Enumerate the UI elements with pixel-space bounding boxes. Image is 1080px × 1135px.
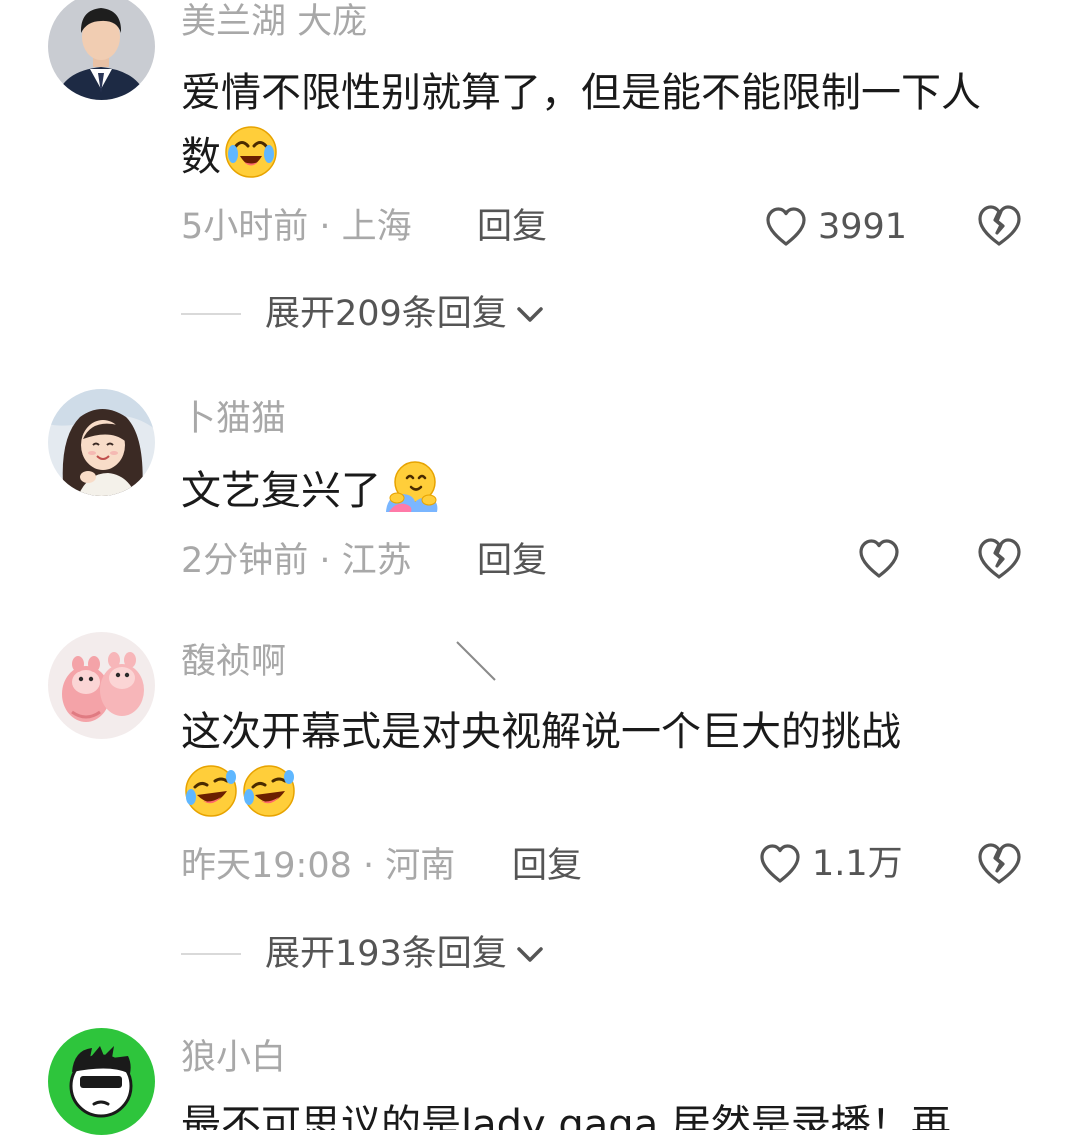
expand-replies-label: 展开209条回复 <box>265 294 507 334</box>
comment-text: 文艺复兴了 <box>181 458 1011 522</box>
comment-text: 爱情不限性别就算了，但是能不能限制一下人数 <box>181 62 1011 188</box>
avatar[interactable] <box>48 632 155 739</box>
avatar[interactable] <box>48 389 155 496</box>
heart-outline-icon <box>859 539 899 578</box>
expand-replies-button[interactable]: 展开193条回复 <box>181 929 547 979</box>
crying-laughing-face-icon <box>223 124 279 180</box>
hug-face-icon <box>383 458 439 514</box>
comment-meta: 5小时前 · 上海 <box>181 207 412 247</box>
username[interactable]: 狼小白 <box>181 1036 286 1080</box>
like-button[interactable] <box>855 534 911 584</box>
comment-meta: 2分钟前 · 江苏 <box>181 541 412 581</box>
dislike-button[interactable] <box>974 839 1024 889</box>
username[interactable]: 卜猫猫 <box>181 397 286 441</box>
diagonal-line-mark <box>456 641 496 681</box>
divider-line <box>181 953 241 955</box>
comment-body: 最不可思议的是lady gaga 居然是录播！再 <box>181 1102 951 1130</box>
comment-meta: 昨天19:08 · 河南 <box>181 846 456 886</box>
username[interactable]: 馥祯啊 <box>181 640 286 684</box>
comment-body: 文艺复兴了 <box>181 468 381 514</box>
broken-heart-icon <box>978 843 1021 884</box>
dislike-button[interactable] <box>974 534 1024 584</box>
chevron-down-icon <box>513 937 547 971</box>
heart-outline-icon <box>760 844 800 883</box>
divider-line <box>181 313 241 315</box>
reply-button[interactable]: 回复 <box>477 205 547 249</box>
broken-heart-icon <box>978 538 1021 579</box>
chevron-down-icon <box>513 297 547 331</box>
comment-body: 这次开幕式是对央视解说一个巨大的挑战 <box>181 709 901 755</box>
reply-button[interactable]: 回复 <box>512 844 582 888</box>
comment-text: 最不可思议的是lady gaga 居然是录播！再 <box>181 1094 1011 1130</box>
rolling-laughing-face-icon <box>183 763 239 819</box>
avatar[interactable] <box>48 1028 155 1135</box>
comment-body: 爱情不限性别就算了，但是能不能限制一下人数 <box>181 70 981 180</box>
expand-replies-button[interactable]: 展开209条回复 <box>181 289 547 339</box>
like-button[interactable]: 3991 <box>762 202 907 252</box>
reply-button[interactable]: 回复 <box>477 539 547 583</box>
rolling-laughing-face-icon <box>241 763 297 819</box>
expand-replies-label: 展开193条回复 <box>265 934 507 974</box>
broken-heart-icon <box>978 205 1021 246</box>
like-count: 1.1万 <box>812 844 903 884</box>
heart-outline-icon <box>766 207 806 246</box>
comment-text: 这次开幕式是对央视解说一个巨大的挑战 <box>181 701 1011 827</box>
like-count: 3991 <box>818 207 908 247</box>
like-button[interactable]: 1.1万 <box>756 839 903 889</box>
username[interactable]: 美兰湖 大庞 <box>181 0 367 44</box>
avatar[interactable] <box>48 0 155 100</box>
dislike-button[interactable] <box>974 201 1024 251</box>
